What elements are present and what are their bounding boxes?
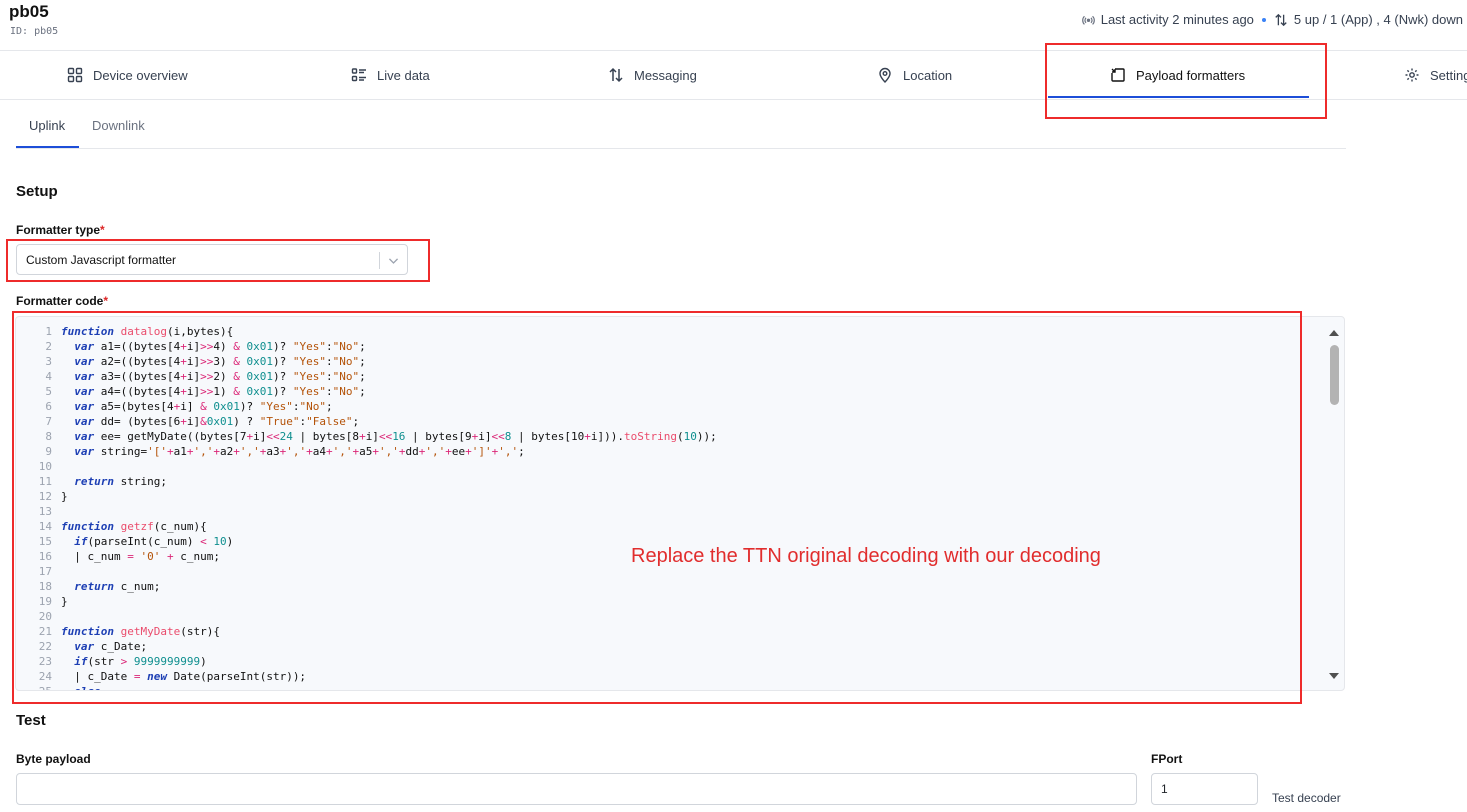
tab-location[interactable]: Location <box>877 51 952 99</box>
annotation-text: Replace the TTN original decoding with o… <box>631 545 1101 567</box>
setup-heading: Setup <box>16 183 58 200</box>
device-id: ID: pb05 <box>10 26 59 37</box>
fport-value: 1 <box>1161 782 1168 796</box>
gear-icon <box>1405 68 1419 82</box>
tab-label: Settings <box>1430 67 1467 83</box>
tab-label: Live data <box>377 67 430 83</box>
last-activity-text: Last activity 2 minutes ago <box>1100 12 1254 27</box>
byte-payload-input[interactable] <box>16 773 1137 805</box>
traffic-text: 5 up / 1 (App) , 4 (Nwk) down <box>1293 12 1463 27</box>
subtab-divider <box>16 148 1346 149</box>
formatter-type-label-text: Formatter type <box>16 223 101 237</box>
tab-messaging[interactable]: Messaging <box>608 51 697 99</box>
formatter-code-label-text: Formatter code <box>16 294 104 308</box>
test-decoder-button[interactable]: Test decoder <box>1272 791 1341 805</box>
arrows-updown-icon <box>609 67 623 83</box>
activity-status: Last activity 2 minutes ago 5 up / 1 (Ap… <box>1081 12 1463 27</box>
scroll-up-arrow-icon[interactable] <box>1329 330 1339 336</box>
formatter-code-label: Formatter code* <box>16 294 108 308</box>
list-icon <box>351 68 366 82</box>
activity-signal-icon <box>1081 15 1095 25</box>
highlight-box-formatter-code <box>12 311 1302 704</box>
device-title: pb05 <box>9 2 49 21</box>
highlight-box-formatter-type <box>6 239 430 282</box>
tab-label: Messaging <box>634 67 697 83</box>
fport-label: FPort <box>1151 752 1183 766</box>
grid-icon <box>67 67 83 83</box>
subtab-uplink[interactable]: Uplink <box>29 118 65 133</box>
tab-label: Location <box>903 67 953 83</box>
formatter-type-label: Formatter type* <box>16 223 105 237</box>
required-mark: * <box>100 223 105 237</box>
fport-input[interactable]: 1 <box>1151 773 1258 805</box>
byte-payload-label: Byte payload <box>16 752 91 766</box>
separator-dot <box>1261 17 1266 22</box>
tab-device-overview[interactable]: Device overview <box>67 51 188 99</box>
test-heading: Test <box>16 712 46 729</box>
tab-live-data[interactable]: Live data <box>351 51 430 99</box>
required-mark: * <box>103 294 109 308</box>
tab-settings[interactable]: Settings <box>1404 51 1467 99</box>
highlight-box-payload-tab <box>1045 43 1327 119</box>
scrollbar-thumb[interactable] <box>1330 345 1339 405</box>
tab-label: Device overview <box>93 67 188 83</box>
traffic-arrows-icon <box>1275 13 1287 26</box>
subtab-downlink[interactable]: Downlink <box>92 118 145 133</box>
location-pin-icon <box>879 67 891 83</box>
scroll-down-arrow-icon[interactable] <box>1329 673 1339 679</box>
